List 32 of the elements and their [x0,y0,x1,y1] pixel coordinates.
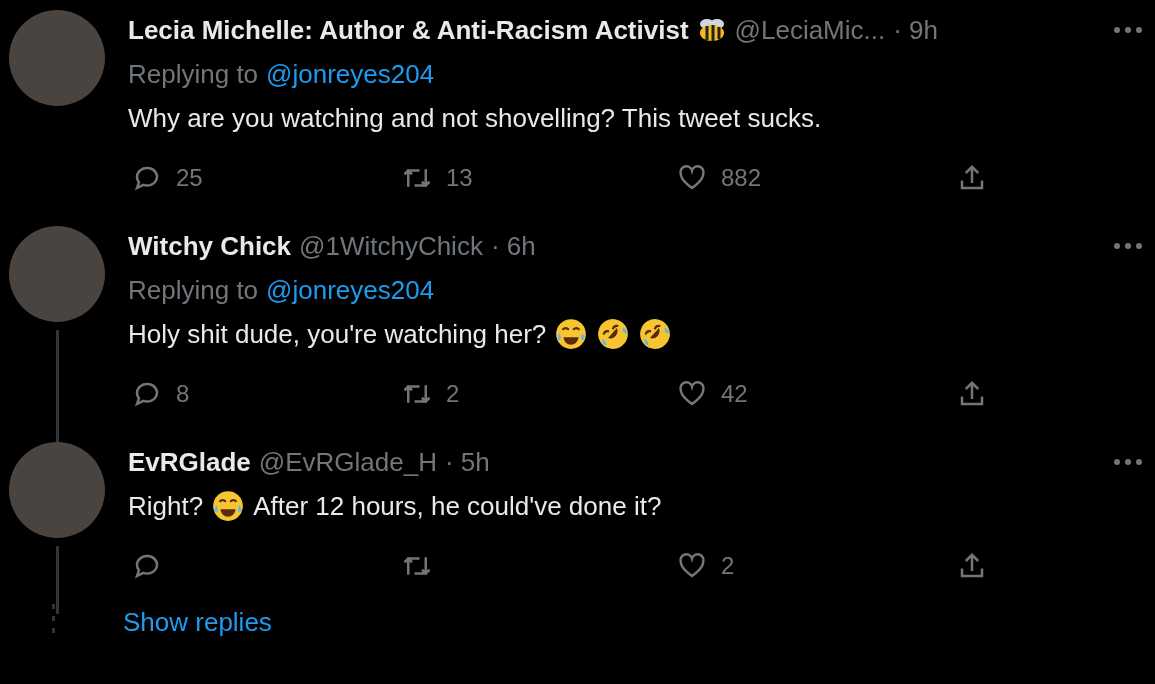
count-label: 8 [176,380,190,408]
show-replies-link[interactable]: Show replies [123,606,272,638]
more-icon[interactable] [1113,26,1143,34]
count-label: 882 [721,164,762,192]
user-name[interactable]: Lecia Michelle: Author & Anti-Racism Activist [128,14,689,46]
tweet-text: Right? [128,490,204,522]
user-handle[interactable]: @EvRGlade_H [258,446,437,478]
count-label: 13 [446,164,473,192]
laughing-face-icon [554,317,589,351]
user-handle[interactable]: @1WitchyChick [299,230,483,262]
user-handle[interactable]: @LeciaMic... [734,14,886,46]
user-name[interactable]: EvRGlade [128,446,251,478]
tweet-text: Why are you watching and not shovelling? This tweet sucks. [128,102,822,134]
count-label: 42 [721,380,748,408]
laughing-face-icon [638,317,673,351]
count-label: 25 [176,164,203,192]
tweet-text: Holy shit dude, you're watching her? [128,318,547,350]
more-icon[interactable] [1113,242,1143,250]
count-label: 2 [446,380,460,408]
laughing-face-icon [211,489,246,523]
replying-label: Replying to [128,274,259,306]
tweet-text: After 12 hours, he could've done it? [253,490,662,522]
timestamp[interactable]: · 9h [893,14,939,46]
mention-link[interactable]: @jonreyes204 [266,58,435,90]
laughing-face-icon [596,317,631,351]
replying-label: Replying to [128,58,259,90]
more-icon[interactable] [1113,458,1143,466]
timestamp[interactable]: · 5h [444,446,490,478]
mention-link[interactable]: @jonreyes204 [266,274,435,306]
timestamp[interactable]: · 6h [490,230,536,262]
count-label: 2 [721,552,735,580]
user-name[interactable]: Witchy Chick [128,230,292,262]
